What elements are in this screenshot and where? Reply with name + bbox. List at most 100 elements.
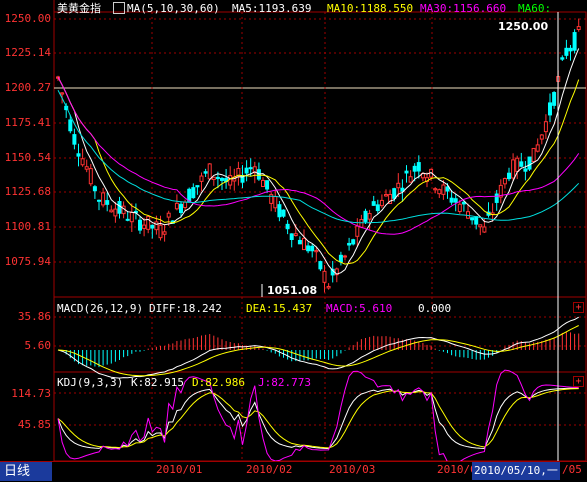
candle-body: [146, 216, 151, 230]
y-tick: 1150.54: [4, 151, 51, 164]
y-tick: 1075.94: [4, 255, 51, 268]
candle-body: [72, 134, 77, 145]
candle-body: [560, 57, 565, 60]
candle-body: [183, 201, 188, 209]
candle-body: [92, 186, 97, 192]
kdj-k-value: K:82.915: [131, 376, 184, 389]
candle-body: [285, 223, 290, 230]
kdj-indicator-name: KDJ(9,3,3): [57, 376, 124, 389]
candle-body: [302, 237, 306, 251]
x-date-label: 2010/01: [156, 463, 203, 476]
macd-dea-value: DEA:15.437: [246, 302, 313, 315]
candle-body: [482, 226, 487, 233]
candle-body: [384, 194, 388, 197]
candle-body: [154, 221, 159, 231]
candle-body: [576, 26, 581, 31]
macd-zero-value: 0.000: [418, 302, 452, 315]
ma10-value: MA10:1188.550: [327, 2, 414, 15]
ma30-value: MA30:1156.660: [420, 2, 507, 15]
candle-body: [162, 231, 167, 235]
candle-body: [318, 261, 323, 270]
candle-body: [97, 199, 101, 202]
candle-body: [502, 178, 507, 185]
y-tick: 35.86: [17, 310, 51, 323]
candle-body: [338, 254, 343, 263]
candle-body: [306, 245, 311, 252]
ma60-value: MA60:: [518, 2, 552, 15]
candle-body: [76, 153, 81, 157]
candle-body: [277, 204, 282, 218]
y-tick: 45.85: [17, 418, 51, 431]
expand-macd-button[interactable]: +: [573, 302, 584, 313]
low-price-marker: 1051.08: [267, 284, 318, 297]
kdj-j-value: J:82.773: [258, 376, 311, 389]
candle-body: [211, 176, 216, 180]
candle-body: [125, 218, 130, 221]
candle-body: [474, 216, 479, 225]
candle-body: [199, 175, 204, 182]
candle-body: [261, 179, 265, 188]
candle-body: [297, 239, 302, 245]
candle-body: [494, 193, 499, 203]
x-date-label: 2010/02: [246, 463, 293, 476]
chart-canvas[interactable]: [0, 0, 587, 482]
candle-body: [195, 185, 200, 188]
main-panel-frame: [53, 11, 587, 298]
candle-body: [101, 192, 106, 206]
candle-body: [519, 161, 524, 167]
candle-body: [265, 180, 270, 190]
candle-body: [412, 165, 417, 172]
candle-body: [527, 156, 532, 170]
candle-body: [539, 134, 544, 140]
expand-kdj-button[interactable]: +: [573, 376, 584, 387]
candle-body: [416, 162, 421, 172]
candle-body: [158, 224, 163, 239]
macd-diff-line: [57, 316, 579, 379]
y-tick: 1125.68: [4, 185, 51, 198]
candle-body: [375, 204, 380, 212]
kdj-d-value: D:82.986: [192, 376, 245, 389]
candle-body: [351, 239, 356, 245]
macd-diff-value: DIFF:18.242: [149, 302, 222, 315]
candle-body: [367, 213, 372, 220]
macd-indicator-name: MACD(26,12,9): [57, 302, 144, 315]
candle-body: [359, 219, 364, 228]
ma5-value: MA5:1193.639: [232, 2, 312, 15]
candle-body: [548, 102, 552, 116]
y-tick: 1250.00: [4, 12, 51, 25]
cursor-date-suffix: /05: [562, 463, 582, 476]
ma10-line: [57, 76, 580, 265]
candle-body: [453, 198, 458, 203]
period-tab-daily[interactable]: 日线: [0, 462, 52, 481]
macd-value: MACD:5.610: [326, 302, 393, 315]
candle-body: [379, 199, 384, 207]
y-tick: 1200.27: [4, 81, 51, 94]
y-tick: 1100.81: [4, 220, 51, 233]
ma-indicator-name: MA(5,10,30,60): [127, 2, 220, 15]
candle-body: [371, 201, 376, 206]
candle-body: [478, 224, 483, 228]
chart-window: 美黄金指 MA(5,10,30,60) MA5:1193.639 MA10:11…: [0, 0, 587, 482]
candle-body: [166, 212, 171, 218]
candle-body: [203, 171, 208, 174]
instrument-title: 美黄金指: [57, 2, 101, 15]
candle-body: [511, 159, 516, 179]
candle-body: [326, 286, 331, 289]
y-tick: 114.73: [11, 387, 51, 400]
candle-body: [187, 188, 192, 202]
candle-body: [441, 184, 446, 195]
y-tick: 5.60: [24, 339, 52, 352]
y-tick: 1175.41: [4, 116, 51, 129]
candle-body: [244, 167, 249, 174]
candle-body: [142, 224, 147, 229]
candle-body: [220, 177, 224, 181]
candle-body: [343, 255, 347, 258]
candle-body: [363, 210, 368, 222]
indicator-icon[interactable]: [113, 2, 125, 14]
candle-body: [113, 208, 118, 217]
candle-body: [138, 219, 142, 231]
candle-body: [84, 166, 89, 170]
candle-body: [60, 92, 65, 95]
y-tick: 1225.14: [4, 46, 51, 59]
x-date-label: 2010/03: [329, 463, 376, 476]
